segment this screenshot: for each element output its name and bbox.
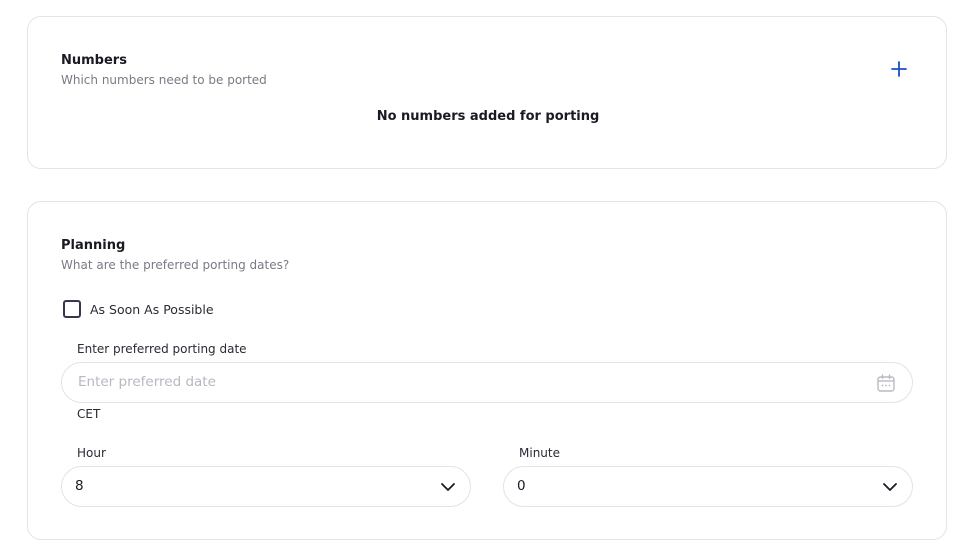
add-number-button[interactable] — [890, 60, 908, 78]
planning-title: Planning — [61, 238, 126, 253]
chevron-down-icon — [883, 483, 897, 491]
hour-value: 8 — [75, 478, 84, 494]
numbers-card: Numbers Which numbers need to be ported … — [27, 16, 947, 169]
hour-label: Hour — [77, 446, 106, 460]
minute-label: Minute — [519, 446, 560, 460]
planning-subtitle: What are the preferred porting dates? — [61, 258, 290, 272]
minute-value: 0 — [517, 478, 526, 494]
planning-card: Planning What are the preferred porting … — [27, 201, 947, 540]
numbers-empty-message: No numbers added for porting — [376, 109, 600, 124]
numbers-subtitle: Which numbers need to be ported — [61, 73, 267, 87]
asap-checkbox[interactable] — [63, 300, 81, 318]
asap-option[interactable]: As Soon As Possible — [63, 300, 214, 318]
date-field-label: Enter preferred porting date — [77, 342, 247, 356]
plus-icon — [891, 61, 907, 77]
numbers-title: Numbers — [61, 53, 127, 68]
calendar-icon[interactable] — [876, 373, 896, 393]
date-field[interactable] — [61, 362, 913, 403]
minute-select[interactable]: 0 — [503, 466, 913, 507]
timezone-label: CET — [77, 407, 101, 421]
chevron-down-icon — [441, 483, 455, 491]
date-input[interactable] — [78, 363, 858, 401]
hour-select[interactable]: 8 — [61, 466, 471, 507]
asap-label[interactable]: As Soon As Possible — [90, 302, 214, 317]
